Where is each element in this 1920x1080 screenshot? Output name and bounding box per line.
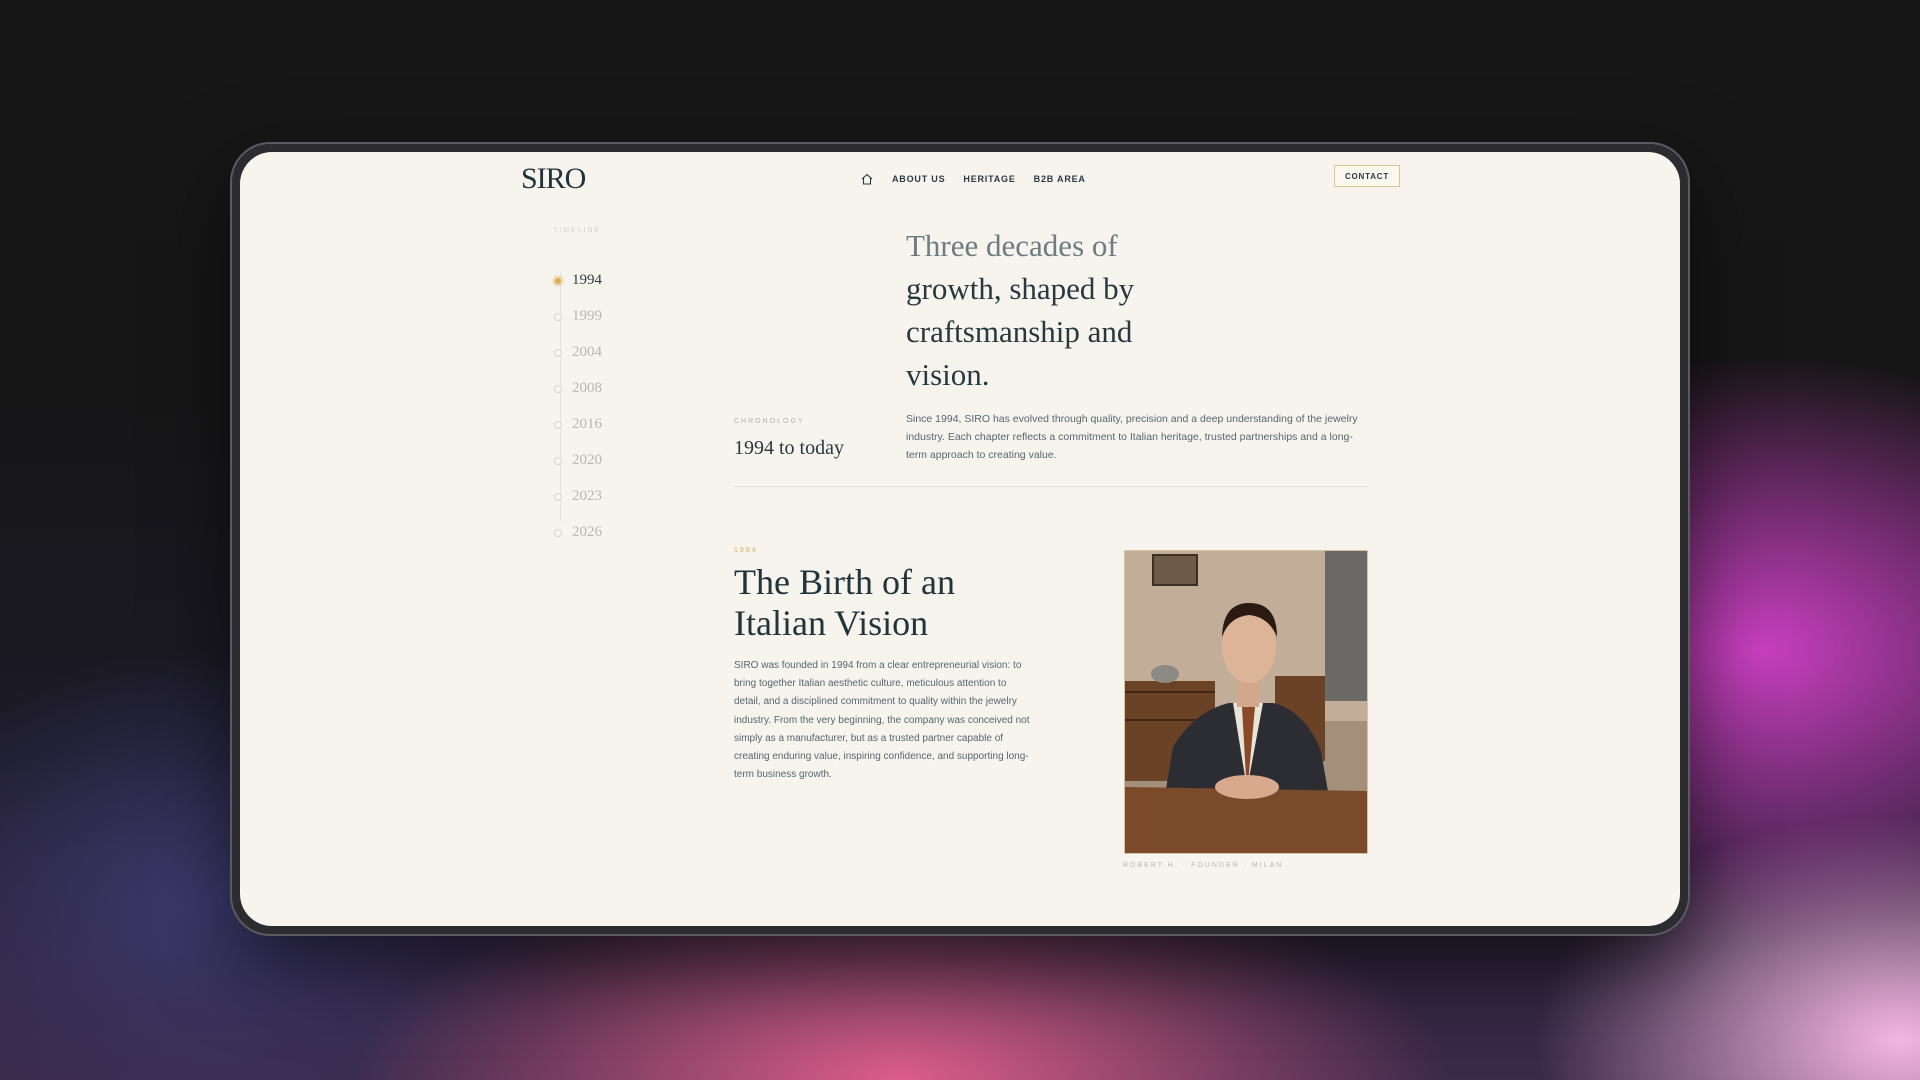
timeline-item-1999[interactable]: 1999 [554,308,602,325]
timeline-dot [554,528,562,537]
timeline-year: 2023 [572,488,602,504]
nav-heritage[interactable]: HERITAGE [963,174,1015,184]
chronology-range: 1994 to today [734,437,844,459]
timeline-heading: TIMELINE [553,227,602,234]
timeline-year: 1994 [572,272,602,288]
timeline-year: 2016 [572,416,602,432]
timeline-year: 2026 [572,524,602,540]
timeline-dot-active [554,276,562,285]
intro-paragraph: Since 1994, SIRO has evolved through qua… [906,413,1358,461]
timeline-dot [554,492,562,501]
founder-photo [1124,550,1368,854]
timeline-item-2016[interactable]: 2016 [554,416,602,433]
section-title: The Birth of an Italian Vision [734,562,955,643]
timeline-dot [554,420,562,429]
contact-button[interactable]: CONTACT [1334,165,1400,187]
timeline-year: 2004 [572,344,602,360]
section-year: 1994 [734,547,758,554]
nav-b2b-area[interactable]: B2B AREA [1034,174,1086,184]
timeline-item-2023[interactable]: 2023 [554,488,602,505]
hero-title-part1: Three decades of [906,228,1118,263]
timeline-dot [554,456,562,465]
timeline-item-2008[interactable]: 2008 [554,380,602,397]
section-divider [734,486,1368,487]
timeline-year: 2008 [572,380,602,396]
nav-about-us[interactable]: ABOUT US [892,174,945,184]
timeline-dot [554,348,562,357]
home-icon[interactable] [860,172,874,186]
chronology-label: CHRONOLOGY [734,418,805,425]
timeline-dot [554,312,562,321]
photo-caption: ROBERT H. · FOUNDER · MILAN [1123,862,1284,869]
timeline-item-2004[interactable]: 2004 [554,344,602,361]
section-body: SIRO was founded in 1994 from a clear en… [734,660,1030,781]
brand-logo[interactable]: SIRO [521,162,586,196]
timeline-dot [554,384,562,393]
website-screen: SIRO ABOUT US HERITAGE B2B AREA CONTACT … [240,152,1680,926]
timeline-item-2026[interactable]: 2026 [554,524,602,541]
timeline-year: 1999 [572,308,602,324]
hero-title-part2: growth, shaped by craftsmanship and visi… [906,271,1135,392]
hero-title: Three decades of growth, shaped by craft… [906,224,1196,396]
timeline-item-2020[interactable]: 2020 [554,452,602,469]
timeline-item-1994[interactable]: 1994 [554,272,602,289]
timeline-year: 2020 [572,452,602,468]
main-nav: ABOUT US HERITAGE B2B AREA [860,172,1086,186]
